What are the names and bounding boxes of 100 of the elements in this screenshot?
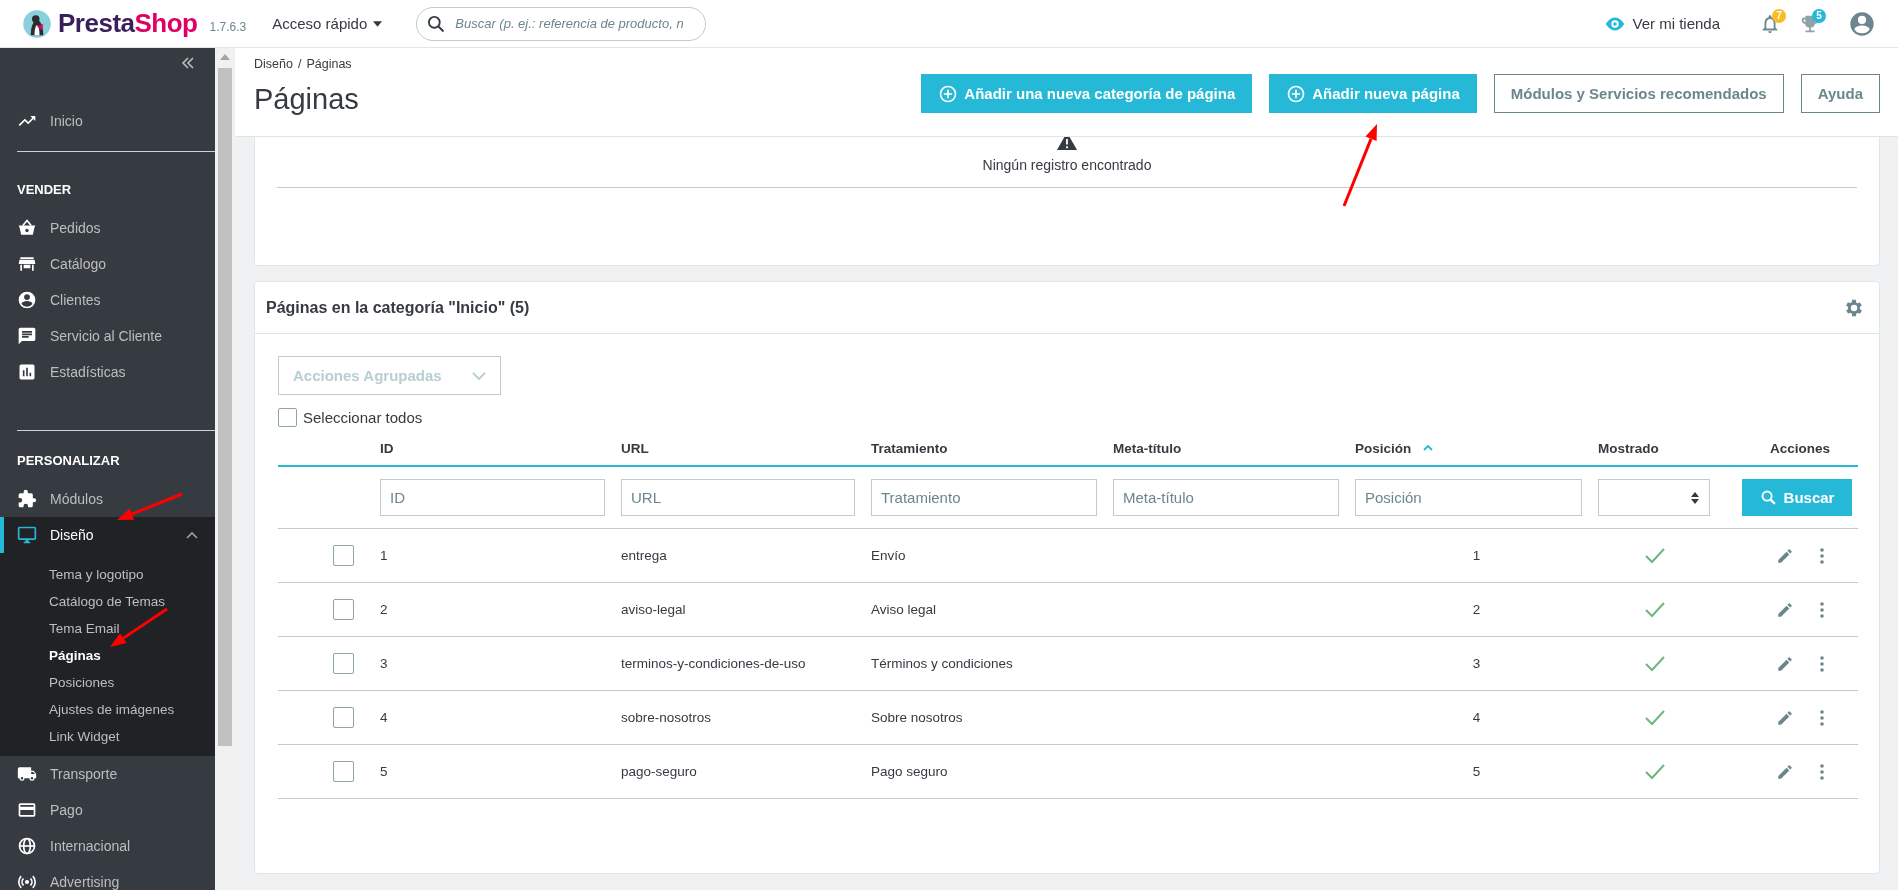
more-options-icon[interactable]: [1820, 763, 1824, 780]
scrollbar-thumb[interactable]: [218, 68, 232, 746]
filter-field[interactable]: Meta-título: [1113, 479, 1339, 516]
sidebar-subitem[interactable]: Link Widget: [0, 723, 120, 750]
table-cell: Aviso legal: [871, 602, 937, 617]
more-options-icon[interactable]: [1820, 601, 1824, 618]
pencil-icon[interactable]: [1776, 762, 1794, 781]
checkbox[interactable]: [333, 545, 354, 566]
table-cell: Términos y condiciones: [871, 656, 1013, 671]
annotation-arrow: [117, 492, 183, 520]
column-header[interactable]: Mostrado: [1598, 440, 1659, 456]
sidebar-item[interactable]: Pago: [0, 792, 215, 828]
sidebar-subitem[interactable]: Posiciones: [0, 669, 115, 696]
table-cell: 4: [380, 710, 388, 725]
check-icon[interactable]: [1645, 763, 1665, 780]
panel-title: Páginas en la categoría "Inicio" (5): [266, 298, 530, 317]
breadcrumb-link[interactable]: Diseño: [254, 57, 293, 71]
more-options-icon[interactable]: [1820, 709, 1824, 726]
sidebar-subitem[interactable]: Tema y logotipo: [0, 561, 144, 588]
sidebar-item[interactable]: Advertising: [0, 864, 215, 890]
notification-badge: 5: [1812, 8, 1826, 23]
pencil-icon[interactable]: [1776, 546, 1794, 565]
sidebar-item[interactable]: Estadísticas: [0, 354, 215, 390]
column-header[interactable]: Tratamiento: [871, 440, 948, 456]
check-icon[interactable]: [1645, 709, 1665, 726]
search-field[interactable]: Buscar (p. ej.: referencia de producto, n: [416, 6, 707, 41]
scroll-up-icon[interactable]: [220, 54, 230, 60]
filter-field[interactable]: Posición: [1355, 479, 1582, 516]
column-header[interactable]: Posición: [1355, 440, 1412, 456]
pencil-icon[interactable]: [1776, 654, 1794, 673]
breadcrumb-link[interactable]: Páginas: [306, 57, 352, 71]
pencil-icon[interactable]: [1776, 708, 1794, 727]
sidebar-subitem[interactable]: Ajustes de imágenes: [0, 696, 175, 723]
checkbox[interactable]: [333, 761, 354, 782]
sidebar-item[interactable]: Internacional: [0, 828, 215, 864]
table-cell: 4: [1472, 710, 1481, 725]
table-cell: 1: [1472, 548, 1481, 563]
sidebar-item[interactable]: Clientes: [0, 282, 215, 318]
checkbox-label[interactable]: Seleccionar todos: [303, 409, 423, 426]
column-header[interactable]: Meta-título: [1113, 440, 1182, 456]
quick-access-menu[interactable]: Acceso rápido: [268, 11, 387, 36]
chevron-down-icon: [472, 371, 486, 380]
notification-badge: 7: [1772, 8, 1786, 23]
chat-icon: [17, 326, 37, 346]
checkbox[interactable]: [333, 707, 354, 728]
more-options-icon[interactable]: [1820, 547, 1824, 564]
logo-wordmark[interactable]: PrestaShop: [58, 8, 198, 39]
search-icon: [1759, 489, 1777, 506]
empty-message: Ningún registro encontrado: [982, 157, 1152, 173]
pencil-icon[interactable]: [1776, 600, 1794, 619]
sort-ascending-icon[interactable]: [1423, 445, 1434, 451]
status-filter-select[interactable]: [1598, 479, 1710, 516]
sidebar-item[interactable]: Módulos: [0, 481, 215, 517]
table-cell: terminos-y-condiciones-de-uso: [621, 656, 806, 671]
sidebar-item[interactable]: Inicio: [0, 103, 215, 139]
table-cell: 5: [380, 764, 388, 779]
table-cell: 1: [380, 548, 388, 563]
table-cell: 2: [380, 602, 388, 617]
plus-circle-icon: [1286, 83, 1307, 104]
secondary-button[interactable]: Ayuda: [1800, 74, 1880, 113]
sort-arrows-icon: [1691, 491, 1699, 504]
sidebar-item[interactable]: Catálogo: [0, 246, 215, 282]
table-cell: Envío: [871, 548, 906, 563]
check-icon[interactable]: [1645, 655, 1665, 672]
filter-field[interactable]: ID: [380, 479, 605, 516]
sidebar-section-title: PERSONALIZAR: [16, 452, 121, 470]
account-icon: [17, 290, 37, 310]
bar-chart-icon: [17, 362, 37, 382]
check-icon[interactable]: [1645, 547, 1665, 564]
basket-icon: [17, 218, 37, 238]
sidebar-item[interactable]: Servicio al Cliente: [0, 318, 215, 354]
table-cell: 3: [1472, 656, 1481, 671]
column-header[interactable]: Acciones: [1770, 440, 1830, 456]
avatar-icon[interactable]: [1848, 9, 1876, 38]
table-cell: aviso-legal: [621, 602, 686, 617]
sidebar-section-title: VENDER: [16, 181, 73, 199]
table-cell: 2: [1472, 602, 1481, 617]
column-header[interactable]: URL: [621, 440, 649, 456]
table-cell: Pago seguro: [871, 764, 948, 779]
checkbox[interactable]: [333, 653, 354, 674]
sidebar-subitem[interactable]: Páginas: [0, 642, 101, 669]
secondary-button[interactable]: Módulos y Servicios recomendados: [1493, 74, 1784, 113]
caret-down-icon: [373, 20, 383, 27]
column-header[interactable]: ID: [380, 440, 394, 456]
checkbox[interactable]: [333, 599, 354, 620]
page-title: Páginas: [254, 83, 359, 116]
filter-field[interactable]: URL: [621, 479, 855, 516]
table-cell: pago-seguro: [621, 764, 697, 779]
view-store-link[interactable]: Ver mi tienda: [1604, 12, 1720, 35]
sidebar-item[interactable]: Transporte: [0, 756, 215, 792]
store-icon: [17, 254, 37, 274]
check-icon[interactable]: [1645, 601, 1665, 618]
sidebar-item[interactable]: Pedidos: [0, 210, 215, 246]
filter-field[interactable]: Tratamiento: [871, 479, 1097, 516]
checkbox[interactable]: [278, 408, 297, 427]
collapse-icon[interactable]: [181, 57, 195, 69]
sidebar-subitem[interactable]: Catálogo de Temas: [0, 588, 166, 615]
sidebar-subitem[interactable]: Tema Email: [0, 615, 120, 642]
more-options-icon[interactable]: [1820, 655, 1824, 672]
breadcrumb-separator: /: [297, 57, 302, 71]
